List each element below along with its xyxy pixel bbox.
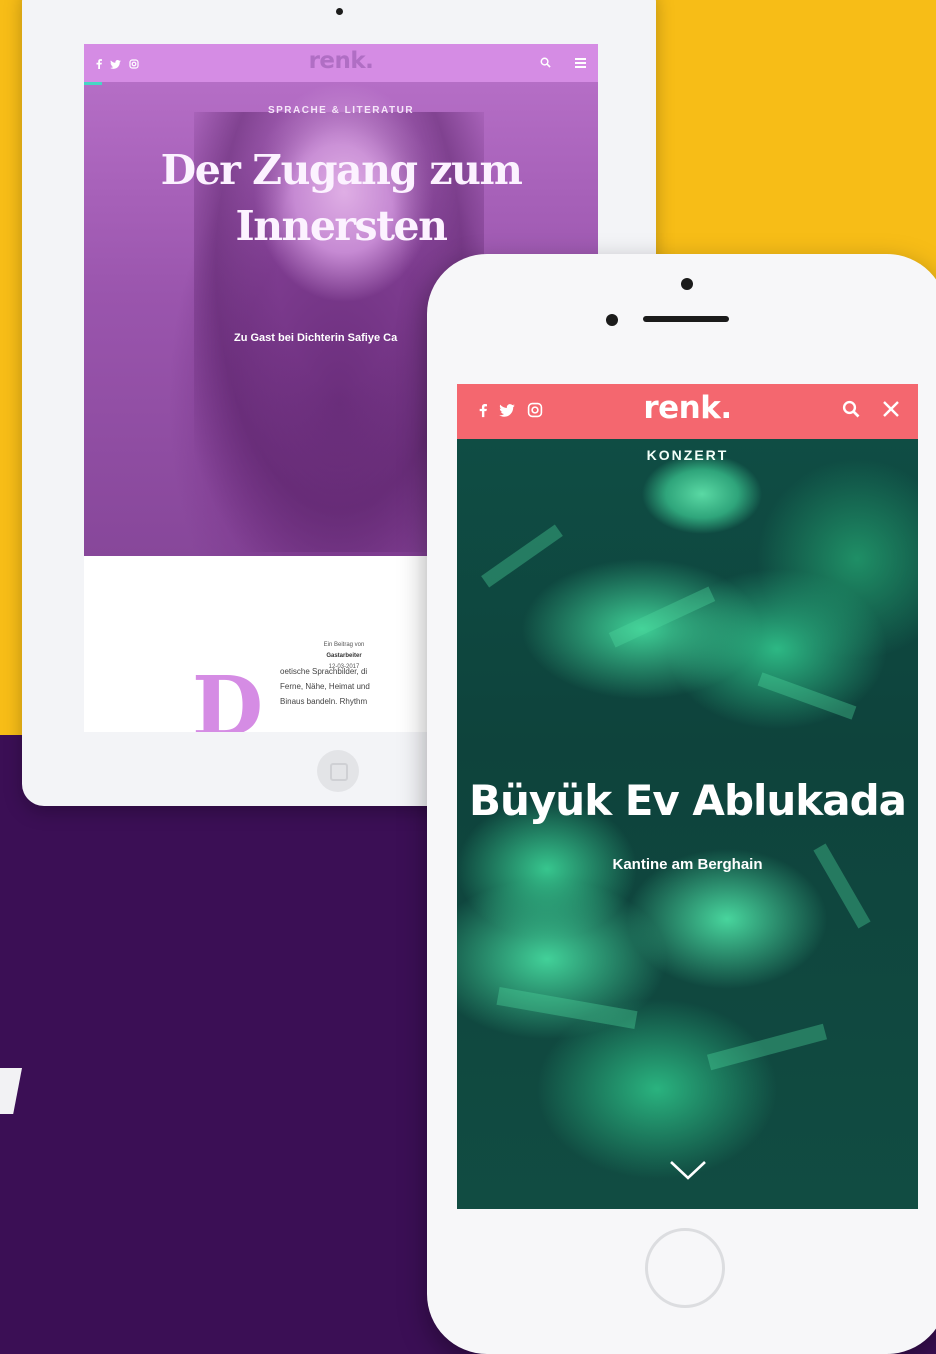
tablet-camera (336, 8, 343, 15)
tablet-header: renk. (84, 44, 598, 82)
menu-icon[interactable] (575, 55, 586, 73)
tablet-header-actions (540, 55, 586, 73)
phone-camera (681, 278, 693, 290)
tablet-category[interactable]: SPRACHE & LITERATUR (84, 105, 598, 116)
search-icon[interactable] (842, 400, 860, 423)
tablet-article-body: oetische Sprachbilder, di Ferne, Nähe, H… (280, 664, 430, 709)
tablet-logo[interactable]: renk. (84, 48, 598, 74)
phone-speaker (643, 316, 729, 322)
tablet-body-line2: Ferne, Nähe, Heimat und (280, 682, 370, 691)
phone-header: renk. (457, 384, 918, 439)
phone-article-title: Büyük Ev Ablukada (469, 776, 907, 825)
tablet-title-line2: Innersten (235, 202, 448, 250)
tablet-progress-bar (84, 82, 102, 85)
tablet-meta-author[interactable]: Gastarbeiter (326, 653, 361, 659)
tablet-article-title: Der Zugang zum Innersten (84, 142, 598, 254)
search-icon[interactable] (540, 55, 551, 73)
phone-header-actions (842, 400, 900, 423)
tablet-meta-label: Ein Beitrag von (323, 642, 365, 648)
phone-screen: renk. KONZERT Büyük Ev Ablukada Kantine … (457, 384, 918, 1209)
tablet-body-line3: Binaus bandeln. Rhythm (280, 697, 368, 706)
tablet-home-button[interactable] (317, 750, 359, 792)
tablet-body-line1: oetische Sprachbilder, di (280, 667, 368, 676)
phone-device: renk. KONZERT Büyük Ev Ablukada Kantine … (427, 254, 936, 1354)
close-icon[interactable] (882, 400, 900, 423)
phone-sensor (606, 314, 618, 326)
phone-home-button[interactable] (645, 1228, 725, 1308)
tablet-drop-cap: D (192, 659, 264, 732)
chevron-down-icon[interactable] (668, 1159, 708, 1186)
phone-article-subtitle: Kantine am Berghain (612, 856, 763, 873)
phone-category[interactable]: KONZERT (457, 447, 918, 463)
tablet-title-line1: Der Zugang zum (160, 146, 523, 194)
chevron-down-icon[interactable] (329, 574, 355, 593)
